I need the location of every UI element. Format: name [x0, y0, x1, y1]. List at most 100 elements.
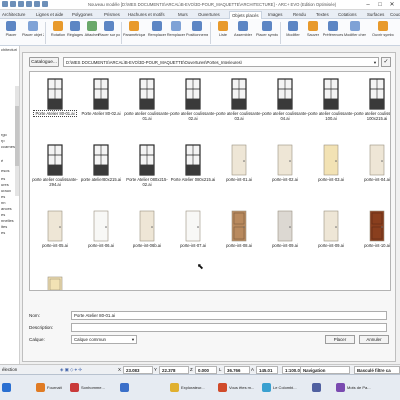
tree-item[interactable]: es — [1, 176, 5, 181]
door-thumbnail-item[interactable]: porte-int-03.ai — [308, 140, 354, 198]
placer-sur-point-button[interactable]: Placer sur point — [98, 21, 120, 43]
tab-murs[interactable]: Murs — [178, 11, 188, 19]
placer-dialog-button[interactable]: Placer — [325, 335, 355, 344]
tab-images[interactable]: Images — [268, 11, 282, 19]
ouvrir-symbole-button[interactable]: Ouvrir symbole — [372, 21, 394, 43]
ok-button[interactable]: ✓ — [381, 57, 391, 67]
tree-item[interactable]: ccarnes — [1, 144, 15, 149]
tab-couches[interactable]: Couches — [390, 11, 400, 19]
preferences-button[interactable]: Préférences — [322, 21, 344, 43]
door-thumbnail-item[interactable]: Porte Atelier 80-02.ai — [78, 74, 124, 132]
tab-prismes[interactable]: Prismes — [104, 11, 120, 19]
snap-icons[interactable]: ◈ ▣ ◇ ⌖ ✢ — [60, 367, 82, 373]
taskbar-app[interactable]: Vous êtes m... — [218, 381, 254, 395]
door-thumbnail-item[interactable]: porte-int-02.ai — [262, 140, 308, 198]
tree-item[interactable]: rgo — [1, 132, 7, 137]
tree-item[interactable]: es — [1, 212, 5, 217]
length-field[interactable]: 36.766 — [224, 366, 250, 374]
tree-scrollbar[interactable] — [15, 86, 19, 196]
x-coordinate-field[interactable]: 23.083 — [123, 366, 153, 374]
door-thumbnail-item[interactable]: porte-int-09.ai — [308, 206, 354, 264]
start-button[interactable] — [2, 381, 13, 395]
door-thumbnail-item[interactable]: porte atelier coulissante-294.ai — [32, 140, 78, 198]
tree-item[interactable]: ites — [1, 224, 7, 229]
y-coordinate-field[interactable]: 22.378 — [159, 366, 189, 374]
tab-cotations[interactable]: Cotations — [338, 11, 357, 19]
tree-item[interactable]: es — [1, 194, 5, 199]
navigation-mode-select[interactable]: Navigation — [300, 366, 350, 374]
catalogue-button[interactable]: Catalogue... — [29, 57, 59, 67]
door-thumbnail-item[interactable]: porte atelier coulissante-01.ai — [124, 74, 170, 132]
positionnement-button[interactable]: Positionnement — [186, 21, 208, 43]
tree-item[interactable]: esos — [1, 168, 9, 173]
door-thumbnail-item[interactable]: porte-int-06b.ai — [124, 206, 170, 264]
door-thumbnail-item[interactable]: porte atelier coulissante-100.ai — [308, 74, 354, 132]
modifier-button[interactable]: Modifier — [282, 21, 304, 43]
door-thumbnail-item[interactable]: porte-int-01.ai — [216, 140, 262, 198]
chevron-down-icon[interactable]: ▼ — [373, 58, 377, 66]
tree-item[interactable]: uraux — [1, 188, 11, 193]
redo-icon[interactable] — [34, 1, 40, 7]
tab-architecture[interactable]: Architecture — [2, 11, 25, 19]
taskbar-app[interactable] — [312, 381, 323, 395]
tree-item[interactable]: ures — [1, 182, 9, 187]
door-thumbnail-item[interactable]: Porte Atelier 80-01.ai — [32, 74, 78, 132]
door-thumbnail-item[interactable]: porte-int-12.ai — [32, 272, 78, 290]
taskbar-app[interactable]: Fournait — [36, 381, 62, 395]
door-thumbnail-item[interactable]: porte-int-07.ai — [170, 206, 216, 264]
door-thumbnail-item[interactable]: porte-int-08.ai — [216, 206, 262, 264]
open-file-icon[interactable] — [10, 1, 16, 7]
door-thumbnail-item[interactable]: porte atelier coulissante-100x215.ai — [354, 74, 390, 132]
description-field[interactable] — [71, 323, 387, 332]
tree-item[interactable]: é — [1, 158, 3, 163]
door-thumbnail-item[interactable]: porte-int-06.ai — [78, 206, 124, 264]
sauver-button[interactable]: Sauver — [302, 21, 324, 43]
door-thumbnail-item[interactable]: porte-int-09.ai — [262, 206, 308, 264]
tab-surfaces[interactable]: Surfaces — [367, 11, 384, 19]
tree-item[interactable]: rp — [1, 138, 5, 143]
taskbar-app[interactable]: Mots de Pa... — [336, 381, 371, 395]
print-icon[interactable] — [42, 1, 48, 7]
door-thumbnail-item[interactable]: Porte Atelier 080x215-02.ai — [124, 140, 170, 198]
door-thumbnail-item[interactable]: porte atelier80x215.ai — [78, 140, 124, 198]
placer-symbole-button[interactable]: Placer symbole — [256, 21, 278, 43]
name-field[interactable]: Porte Atelier 80-01.ai — [71, 311, 387, 320]
save-icon[interactable] — [18, 1, 24, 7]
taskbar-app[interactable] — [120, 381, 131, 395]
remplacer-2-button[interactable]: Remplacer — [165, 21, 187, 43]
tree-item[interactable]: es — [1, 230, 5, 235]
filter-select[interactable]: Basculé filtre ca — [354, 366, 400, 374]
scrollbar-thumb[interactable] — [15, 106, 19, 166]
maximize-button[interactable]: □ — [374, 1, 386, 9]
close-button[interactable]: ✕ — [386, 1, 398, 9]
taskbar-app[interactable]: Sonhomme... — [70, 381, 105, 395]
tree-item[interactable]: chitecturi — [1, 47, 17, 52]
placer-button[interactable]: Placer — [0, 21, 22, 43]
layer-select[interactable]: Calque commun ▼ — [71, 335, 137, 344]
tab-lignes[interactable]: Lignes et aide — [36, 11, 63, 19]
annuler-button[interactable]: Annuler — [359, 335, 389, 344]
door-thumbnail-item[interactable]: porte atelier coulissante-04.ai — [262, 74, 308, 132]
angle-field[interactable]: 145.01 — [256, 366, 278, 374]
z-coordinate-field[interactable]: 0.000 — [195, 366, 217, 374]
chevron-down-icon[interactable]: ▼ — [131, 336, 135, 343]
tab-textes[interactable]: Textes — [316, 11, 329, 19]
tab-hachures[interactable]: Hachures et motifs — [128, 11, 165, 19]
tree-item[interactable]: nnelles — [1, 218, 14, 223]
modifier-chemin-button[interactable]: Modifier chemin — [344, 21, 366, 43]
tab-rendu[interactable]: Rendu — [293, 11, 306, 19]
minimize-button[interactable]: – — [362, 1, 374, 9]
door-thumbnail-item[interactable]: porte-int-10.ai — [354, 206, 390, 264]
tree-item[interactable]: ances — [1, 206, 12, 211]
liste-button[interactable]: Liste — [212, 21, 234, 43]
new-file-icon[interactable] — [2, 1, 8, 7]
door-thumbnail-item[interactable]: porte-int-05.ai — [32, 206, 78, 264]
taskbar-app[interactable]: Le Colombi... — [262, 381, 297, 395]
undo-icon[interactable] — [26, 1, 32, 7]
door-thumbnail-item[interactable]: porte-int-04.ai — [354, 140, 390, 198]
door-thumbnail-item[interactable]: porte atelier coulissante-03.ai — [216, 74, 262, 132]
tab-objets-places[interactable]: Objets placés — [229, 11, 262, 19]
tab-polygones[interactable]: Polygones — [72, 11, 93, 19]
door-thumbnail-item[interactable]: Porte Atelier 080x215.ai — [170, 140, 216, 198]
placer-objet-2d-button[interactable]: Placer objet 2d — [22, 21, 44, 43]
